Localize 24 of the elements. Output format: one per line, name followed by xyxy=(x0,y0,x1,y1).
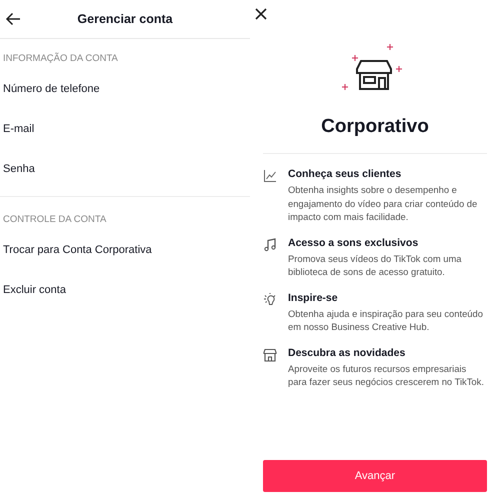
menu-item[interactable]: Excluir conta xyxy=(3,267,250,306)
feature-description: Obtenha ajuda e inspiração para seu conteúdo em nosso Business Creative Hub. xyxy=(288,306,484,334)
feature-title: Descubra as novidades xyxy=(288,346,406,358)
feature-title: Acesso a sons exclusivos xyxy=(288,236,420,248)
menu-item[interactable]: Trocar para Conta Corporativa xyxy=(3,226,250,266)
feature-description: Aproveite os futuros recursos empresariais para fazer seus negócios crescerem no TikTok. xyxy=(288,362,485,388)
feature-description: Promova seus vídeos do TikTok com uma biblioteca de sons de acesso gratuito. xyxy=(288,252,463,278)
section-heading: INFORMAÇÃO DA CONTA xyxy=(3,53,119,64)
feature-description: Obtenha insights sobre o desempenho e engajamento do vídeo para criar conteúdo de impacto com mais facilidade. xyxy=(288,183,478,224)
menu-item[interactable]: Senha xyxy=(3,146,250,185)
section-heading: CONTROLE DA CONTA xyxy=(3,214,108,225)
menu-item[interactable]: E-mail xyxy=(3,106,250,145)
feature-title: Conheça seus clientes xyxy=(288,168,402,180)
back-arrow-icon[interactable] xyxy=(5,12,21,26)
feature-title: Inspire-se xyxy=(288,292,339,304)
screen-title: Gerenciar conta xyxy=(77,12,173,26)
store-icon xyxy=(263,348,277,362)
plan-title: Corporativo xyxy=(321,116,429,138)
music-note-icon xyxy=(263,238,277,252)
chart-icon xyxy=(263,169,277,183)
close-icon[interactable] xyxy=(255,8,267,20)
continue-button[interactable]: Avançar xyxy=(263,460,487,492)
menu-item[interactable]: Número de telefone xyxy=(3,65,250,105)
light-bulb-icon xyxy=(263,292,277,306)
